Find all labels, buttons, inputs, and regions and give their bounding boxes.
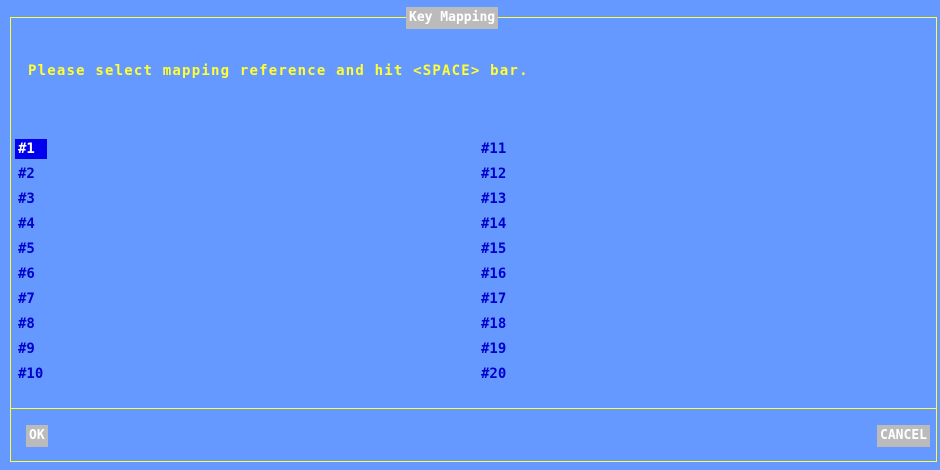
mapping-item-11[interactable]: #11 <box>478 139 509 159</box>
mapping-item-6[interactable]: #6 <box>15 264 38 284</box>
button-separator <box>10 408 937 409</box>
mapping-item-5[interactable]: #5 <box>15 239 38 259</box>
mapping-item-14[interactable]: #14 <box>478 214 509 234</box>
mapping-item-12[interactable]: #12 <box>478 164 509 184</box>
mapping-item-16[interactable]: #16 <box>478 264 509 284</box>
mapping-item-7[interactable]: #7 <box>15 289 38 309</box>
mapping-item-19[interactable]: #19 <box>478 339 509 359</box>
cancel-button[interactable]: CANCEL <box>877 425 930 447</box>
terminal-screen: Key Mapping Please select mapping refere… <box>0 0 940 470</box>
mapping-item-3[interactable]: #3 <box>15 189 38 209</box>
mapping-item-8[interactable]: #8 <box>15 314 38 334</box>
mapping-item-4[interactable]: #4 <box>15 214 38 234</box>
mapping-item-9[interactable]: #9 <box>15 339 38 359</box>
instruction-text: Please select mapping reference and hit … <box>28 63 529 79</box>
mapping-item-20[interactable]: #20 <box>478 364 509 384</box>
mapping-item-18[interactable]: #18 <box>478 314 509 334</box>
dialog-frame <box>10 17 937 462</box>
mapping-item-2[interactable]: #2 <box>15 164 38 184</box>
mapping-item-17[interactable]: #17 <box>478 289 509 309</box>
ok-button[interactable]: OK <box>26 425 48 447</box>
dialog-title: Key Mapping <box>406 7 499 29</box>
mapping-item-10[interactable]: #10 <box>15 364 46 384</box>
mapping-item-1[interactable]: #1 <box>15 139 47 159</box>
mapping-item-13[interactable]: #13 <box>478 189 509 209</box>
mapping-item-15[interactable]: #15 <box>478 239 509 259</box>
